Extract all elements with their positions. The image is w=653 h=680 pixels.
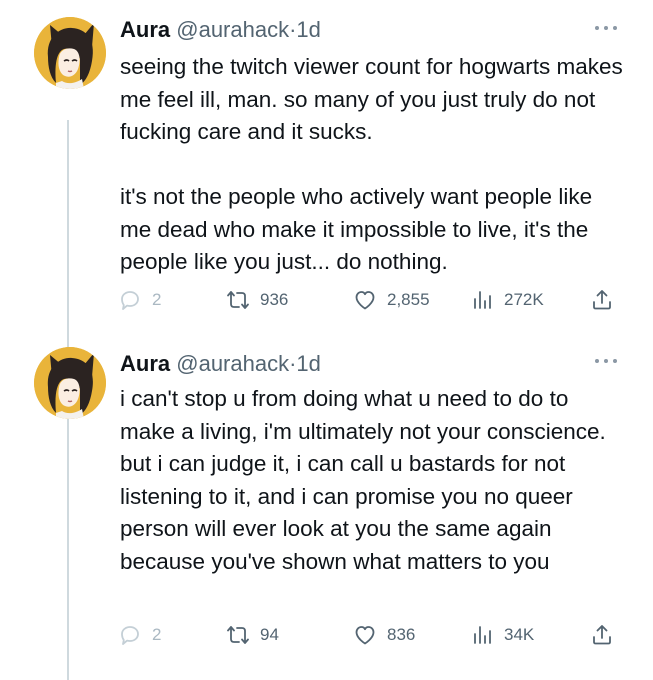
retweet-icon: [227, 291, 249, 309]
author-name[interactable]: Aura: [120, 351, 170, 376]
views-icon: [474, 291, 491, 309]
views-button[interactable]: 34K: [470, 621, 534, 649]
retweet-count: 936: [260, 290, 289, 309]
author-handle[interactable]: @aurahack: [176, 17, 289, 42]
retweet-icon: [227, 626, 249, 644]
retweet-button[interactable]: 936: [226, 286, 288, 314]
tweet-header: Aura @aurahack·1d: [120, 16, 321, 44]
like-button[interactable]: 836: [353, 621, 415, 649]
tweet-text: i can't stop u from doing what u need to…: [120, 386, 613, 574]
views-icon: [474, 626, 491, 644]
tweet-header: Aura @aurahack·1d: [120, 350, 321, 378]
reply-button[interactable]: 2: [118, 621, 161, 649]
share-icon: [593, 290, 611, 310]
like-button[interactable]: 2,855: [353, 286, 430, 314]
more-icon[interactable]: [593, 20, 619, 40]
retweet-button[interactable]: 94: [226, 621, 279, 649]
tweet-time[interactable]: 1d: [296, 351, 320, 376]
avatar[interactable]: [34, 347, 106, 419]
author-handle[interactable]: @aurahack: [176, 351, 289, 376]
reply-count: 2: [152, 290, 162, 309]
tweet-1[interactable]: Aura @aurahack·1d seeing the twitch view…: [0, 0, 653, 335]
tweet-actions: 2 936 2,855 272K: [118, 286, 628, 314]
avatar[interactable]: [34, 17, 106, 89]
share-button[interactable]: [590, 621, 614, 649]
views-count: 272K: [504, 290, 544, 309]
avatar-illustration: [34, 17, 106, 89]
reply-button[interactable]: 2: [118, 286, 161, 314]
share-icon: [593, 625, 611, 645]
tweet-actions: 2 94 836 34K: [118, 621, 628, 649]
views-button[interactable]: 272K: [470, 286, 544, 314]
author-name[interactable]: Aura: [120, 17, 170, 42]
more-icon[interactable]: [593, 353, 619, 373]
share-button[interactable]: [590, 286, 614, 314]
reply-icon: [121, 626, 139, 645]
avatar-illustration: [34, 347, 106, 419]
reply-count: 2: [152, 625, 162, 644]
reply-icon: [121, 291, 139, 310]
tweet-2[interactable]: Aura @aurahack·1d i can't stop u from do…: [0, 335, 653, 680]
retweet-count: 94: [260, 625, 279, 644]
heart-icon: [355, 291, 375, 310]
tweet-time[interactable]: 1d: [296, 17, 320, 42]
heart-icon: [355, 626, 375, 645]
views-count: 34K: [504, 625, 535, 644]
like-count: 836: [387, 625, 416, 644]
tweet-text: seeing the twitch viewer count for hogwa…: [120, 54, 623, 274]
like-count: 2,855: [387, 290, 430, 309]
